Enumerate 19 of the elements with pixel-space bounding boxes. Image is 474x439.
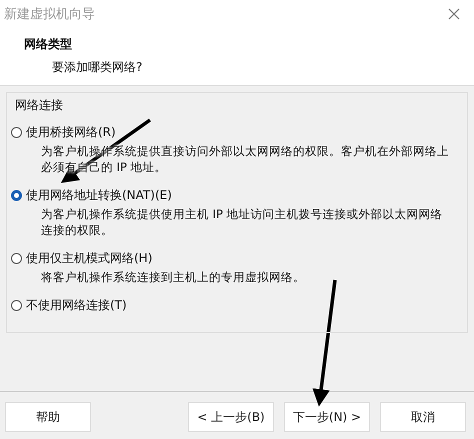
group-label: 网络连接: [15, 97, 64, 114]
radio-button[interactable]: [11, 300, 22, 311]
radio-button[interactable]: [11, 253, 22, 264]
option-label[interactable]: 使用网络地址转换(NAT)(E): [26, 187, 172, 204]
option-description: 为客户机操作系统提供使用主机 IP 地址访问主机拨号连接或外部以太网网络连接的权限。: [41, 206, 444, 238]
page-subtitle: 要添加哪类网络?: [52, 59, 144, 76]
option-label[interactable]: 使用仅主机模式网络(H): [26, 250, 152, 267]
wizard-button[interactable]: < 上一步(B): [188, 402, 274, 432]
option-label[interactable]: 使用桥接网络(R): [26, 124, 116, 141]
close-icon[interactable]: [448, 8, 460, 20]
page-heading: 网络类型: [24, 36, 73, 53]
wizard-button[interactable]: 下一步(N) >: [284, 402, 370, 432]
wizard-button[interactable]: 帮助: [5, 402, 91, 432]
window-title: 新建虚拟机向导: [4, 6, 95, 23]
option-description: 将客户机操作系统连接到主机上的专用虚拟网络。: [41, 269, 306, 285]
wizard-button[interactable]: 取消: [380, 402, 466, 432]
radio-button[interactable]: [11, 190, 22, 201]
option-label[interactable]: 不使用网络连接(T): [26, 297, 127, 314]
radio-button[interactable]: [11, 127, 22, 138]
